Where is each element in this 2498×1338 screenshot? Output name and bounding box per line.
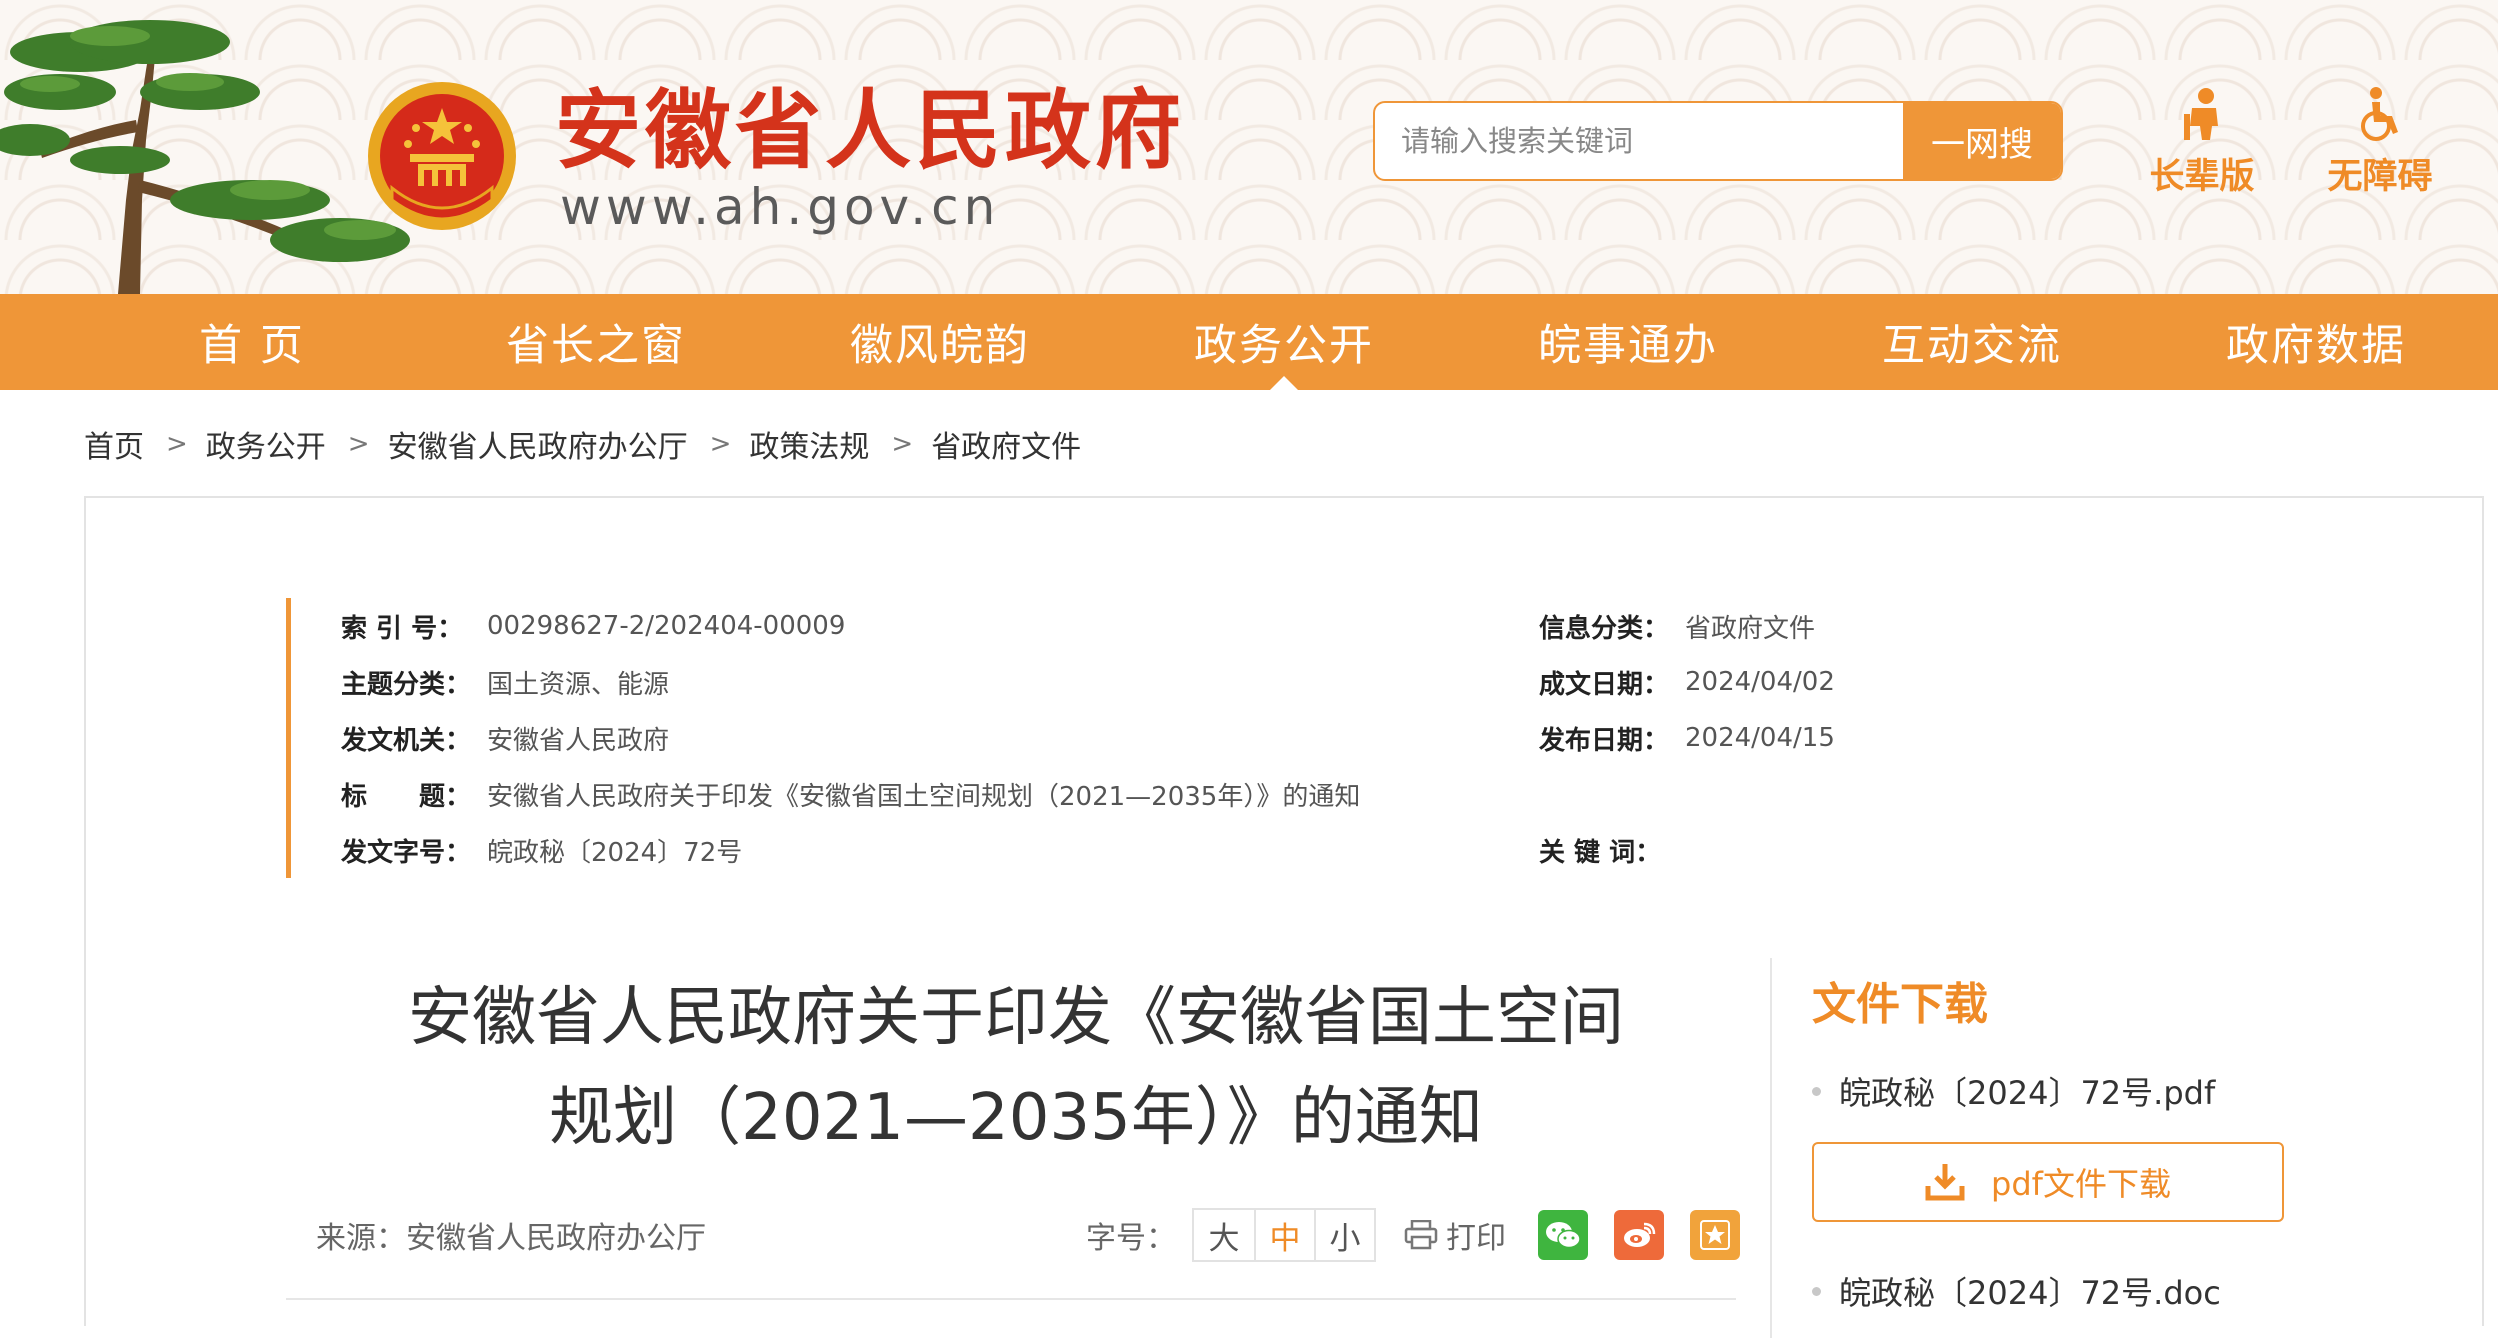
search-box: 一网搜 <box>1373 101 2063 181</box>
font-size-label: 字号： <box>1086 1221 1176 1256</box>
downloads-title: 文件下载 <box>1812 979 1988 1030</box>
meta-written-date: 成文日期： 2024/04/02 <box>1539 662 1835 702</box>
font-size-switcher: 大 中 小 <box>1192 1208 1376 1262</box>
meta-label: 发文字号： <box>341 837 472 868</box>
national-emblem-icon <box>368 82 516 230</box>
article-source: 来源：安徽省人民政府办公厅 <box>316 1221 706 1256</box>
breadcrumb-home[interactable]: 首页 <box>84 422 144 466</box>
meta-label: 索 引 号： <box>341 613 464 644</box>
nav-item-services[interactable]: 皖事通办 <box>1456 294 1800 390</box>
meta-doc-no: 发文字号： 皖政秘〔2024〕72号 <box>341 830 742 870</box>
wechat-icon <box>1546 1222 1581 1249</box>
meta-label: 发文机关： <box>341 725 472 756</box>
article-title-line: 规划（2021—2035年）》的通知 <box>549 1081 1483 1155</box>
bullet-icon <box>1812 1286 1821 1296</box>
star-icon <box>1700 1220 1730 1250</box>
meta-keywords: 关 键 词： <box>1539 830 1685 870</box>
nav-item-culture[interactable]: 徽风皖韵 <box>768 294 1112 390</box>
breadcrumb: 首页 > 政务公开 > 安徽省人民政府办公厅 > 政策法规 > 省政府文件 <box>84 422 1081 466</box>
print-icon <box>1404 1220 1438 1250</box>
meta-value: 省政府文件 <box>1685 613 1816 644</box>
document-metadata: 索 引 号： 00298627-2/202404-00009 信息分类： 省政府… <box>286 598 2136 878</box>
meta-label: 主题分类： <box>341 669 472 700</box>
nav-item-gov-affairs[interactable]: 政务公开 <box>1112 294 1456 390</box>
elder-icon <box>2184 88 2218 140</box>
article-divider <box>286 1298 1736 1300</box>
meta-label: 成文日期： <box>1539 669 1670 700</box>
site-url: www.ah.gov.cn <box>560 178 1001 236</box>
download-item-pdf[interactable]: 皖政秘〔2024〕72号.pdf <box>1812 1068 2215 1114</box>
site-title[interactable]: 安徽省人民政府 <box>555 88 1185 174</box>
main-nav: 首 页 省长之窗 徽风皖韵 政务公开 皖事通办 互动交流 政府数据 <box>0 294 2498 390</box>
nav-item-interaction[interactable]: 互动交流 <box>1800 294 2144 390</box>
meta-label: 信息分类： <box>1539 613 1670 644</box>
pdf-download-button[interactable]: pdf文件下载 <box>1812 1142 2284 1222</box>
breadcrumb-gov-affairs[interactable]: 政务公开 <box>206 422 326 466</box>
content-panel: 索 引 号： 00298627-2/202404-00009 信息分类： 省政府… <box>84 496 2484 1338</box>
breadcrumb-policy[interactable]: 政策法规 <box>749 422 869 466</box>
article-title: 安徽省人民政府关于印发《安徽省国土空间 规划（2021—2035年）》的通知 <box>276 968 1756 1168</box>
print-button[interactable]: 打印 <box>1404 1213 1506 1257</box>
meta-publish-date: 发布日期： 2024/04/15 <box>1539 718 1835 758</box>
pdf-download-label: pdf文件下载 <box>1991 1165 2171 1203</box>
meta-value: 安徽省人民政府 <box>487 725 670 756</box>
share-favorite-button[interactable] <box>1690 1210 1740 1260</box>
bullet-icon <box>1812 1086 1821 1096</box>
nav-item-data[interactable]: 政府数据 <box>2144 294 2488 390</box>
breadcrumb-office[interactable]: 安徽省人民政府办公厅 <box>388 422 688 466</box>
breadcrumb-separator: > <box>709 429 732 459</box>
meta-value: 安徽省人民政府关于印发《安徽省国土空间规划（2021—2035年）》的通知 <box>487 781 1361 812</box>
sidebar-divider <box>1770 958 1772 1338</box>
nav-item-governor[interactable]: 省长之窗 <box>424 294 768 390</box>
font-size-small-button[interactable]: 小 <box>1314 1210 1374 1260</box>
breadcrumb-separator: > <box>891 429 914 459</box>
font-size-large-button[interactable]: 大 <box>1194 1210 1254 1260</box>
meta-value: 00298627-2/202404-00009 <box>487 611 846 641</box>
print-label: 打印 <box>1446 1221 1506 1256</box>
search-input[interactable] <box>1375 103 1905 179</box>
breadcrumb-provincial-docs[interactable]: 省政府文件 <box>931 422 1081 466</box>
meta-label: 发布日期： <box>1539 725 1670 756</box>
breadcrumb-separator: > <box>166 429 188 459</box>
meta-value: 2024/04/02 <box>1685 667 1835 697</box>
share-wechat-button[interactable] <box>1538 1210 1588 1260</box>
meta-title: 标 题： 安徽省人民政府关于印发《安徽省国土空间规划（2021—2035年）》的… <box>341 774 1360 814</box>
meta-topic: 主题分类： 国土资源、能源 <box>341 662 669 702</box>
download-filename: 皖政秘〔2024〕72号.pdf <box>1839 1074 2216 1112</box>
meta-category: 信息分类： 省政府文件 <box>1539 606 1815 646</box>
meta-issuer: 发文机关： 安徽省人民政府 <box>341 718 669 758</box>
article-tools: 字号： 大 中 小 打印 <box>1086 1206 1740 1264</box>
breadcrumb-separator: > <box>347 429 370 459</box>
meta-value: 皖政秘〔2024〕72号 <box>487 837 743 868</box>
font-size-medium-button[interactable]: 中 <box>1254 1210 1314 1260</box>
elder-mode-label: 长辈版 <box>2149 157 2255 197</box>
nav-item-home[interactable]: 首 页 <box>80 294 424 390</box>
meta-value: 2024/04/15 <box>1685 723 1835 753</box>
download-filename: 皖政秘〔2024〕72号.doc <box>1839 1274 2221 1312</box>
accessibility-mode-label: 无障碍 <box>2327 157 2433 197</box>
wheelchair-icon <box>2361 87 2398 141</box>
download-icon <box>1925 1164 1965 1201</box>
elder-mode-link[interactable]: 长辈版 <box>2142 86 2262 199</box>
meta-value: 国土资源、能源 <box>487 669 670 700</box>
article-title-line: 安徽省人民政府关于印发《安徽省国土空间 <box>408 981 1624 1055</box>
meta-index-no: 索 引 号： 00298627-2/202404-00009 <box>341 606 845 646</box>
accessibility-mode-link[interactable]: 无障碍 <box>2320 86 2440 199</box>
meta-label: 关 键 词： <box>1539 837 1662 868</box>
download-item-doc[interactable]: 皖政秘〔2024〕72号.doc <box>1812 1268 2221 1314</box>
site-header: 安徽省人民政府 www.ah.gov.cn 一网搜 长辈版 无障碍 <box>0 0 2498 294</box>
share-weibo-button[interactable] <box>1614 1210 1664 1260</box>
search-button[interactable]: 一网搜 <box>1903 103 2061 179</box>
weibo-icon <box>1624 1222 1656 1247</box>
meta-label: 标 题： <box>341 781 472 812</box>
